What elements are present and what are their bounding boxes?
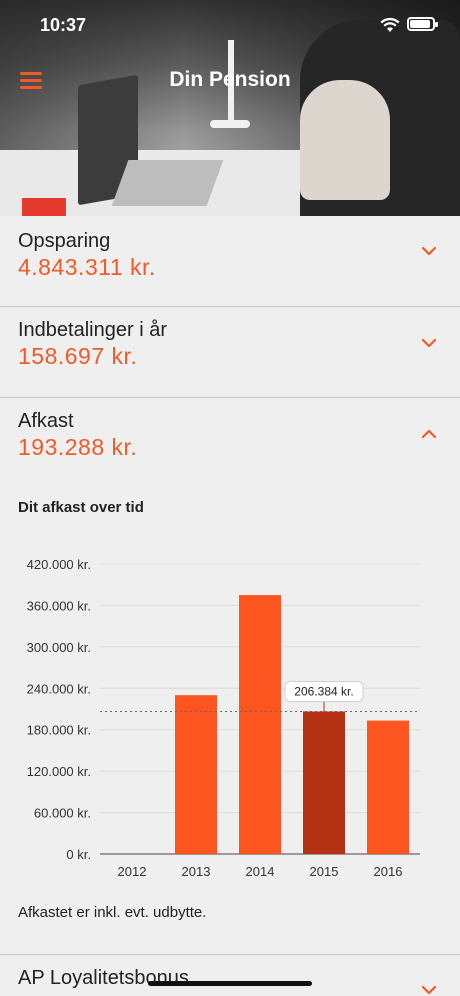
lamp-base <box>210 120 250 128</box>
bar-2016[interactable] <box>367 720 409 854</box>
status-bar: 10:37 <box>0 0 460 50</box>
status-time: 10:37 <box>40 15 87 35</box>
page-title: Din Pension <box>169 68 291 91</box>
x-tick-label: 2013 <box>182 864 211 879</box>
chart-footnote: Afkastet er inkl. evt. udbytte. <box>18 904 207 921</box>
home-indicator <box>148 981 312 986</box>
y-tick-label: 180.000 kr. <box>27 723 91 738</box>
y-tick-label: 60.000 kr. <box>34 806 91 821</box>
red-object <box>22 198 66 216</box>
section-value: 193.288 kr. <box>18 434 138 460</box>
bar-2015[interactable] <box>303 711 345 854</box>
section-loyalitetsbonus[interactable]: AP Loyalitetsbonus <box>0 955 460 996</box>
x-tick-label: 2015 <box>310 864 339 879</box>
section-afkast: Afkast 193.288 kr. Dit afkast over tid 0… <box>0 398 460 955</box>
y-tick-label: 420.000 kr. <box>27 557 91 572</box>
x-tick-label: 2012 <box>118 864 147 879</box>
bar-2014[interactable] <box>239 595 281 854</box>
wifi-icon <box>380 17 400 32</box>
section-value: 4.843.311 kr. <box>18 254 156 280</box>
y-tick-label: 0 kr. <box>66 847 91 862</box>
y-tick-label: 240.000 kr. <box>27 681 91 696</box>
section-value: 158.697 kr. <box>18 343 138 369</box>
chart-title: Dit afkast over tid <box>18 499 144 516</box>
bar-2013[interactable] <box>175 695 217 854</box>
x-tick-label: 2014 <box>246 864 275 879</box>
chevron-up-icon[interactable] <box>422 429 436 441</box>
y-tick-label: 120.000 kr. <box>27 764 91 779</box>
section-opsparing[interactable]: Opsparing 4.843.311 kr. <box>0 216 460 307</box>
laptop-keyboard <box>111 160 224 206</box>
x-tick-label: 2016 <box>374 864 403 879</box>
y-tick-label: 360.000 kr. <box>27 598 91 613</box>
section-label: AP Loyalitetsbonus <box>18 967 189 989</box>
section-indbetalinger[interactable]: Indbetalinger i år 158.697 kr. <box>0 307 460 398</box>
chevron-down-icon[interactable] <box>422 985 436 996</box>
section-label: Afkast <box>18 410 74 432</box>
section-label: Indbetalinger i år <box>18 319 167 341</box>
battery-icon <box>407 17 438 31</box>
section-label: Opsparing <box>18 230 111 252</box>
chevron-down-icon[interactable] <box>422 338 436 350</box>
y-tick-label: 300.000 kr. <box>27 640 91 655</box>
chevron-down-icon[interactable] <box>422 246 436 258</box>
nav-bar: Din Pension <box>0 60 460 104</box>
tooltip-value: 206.384 kr. <box>294 684 353 698</box>
afkast-bar-chart: 0 kr. 60.000 kr. 120.000 kr. 180.000 kr. 240… <box>27 557 420 879</box>
